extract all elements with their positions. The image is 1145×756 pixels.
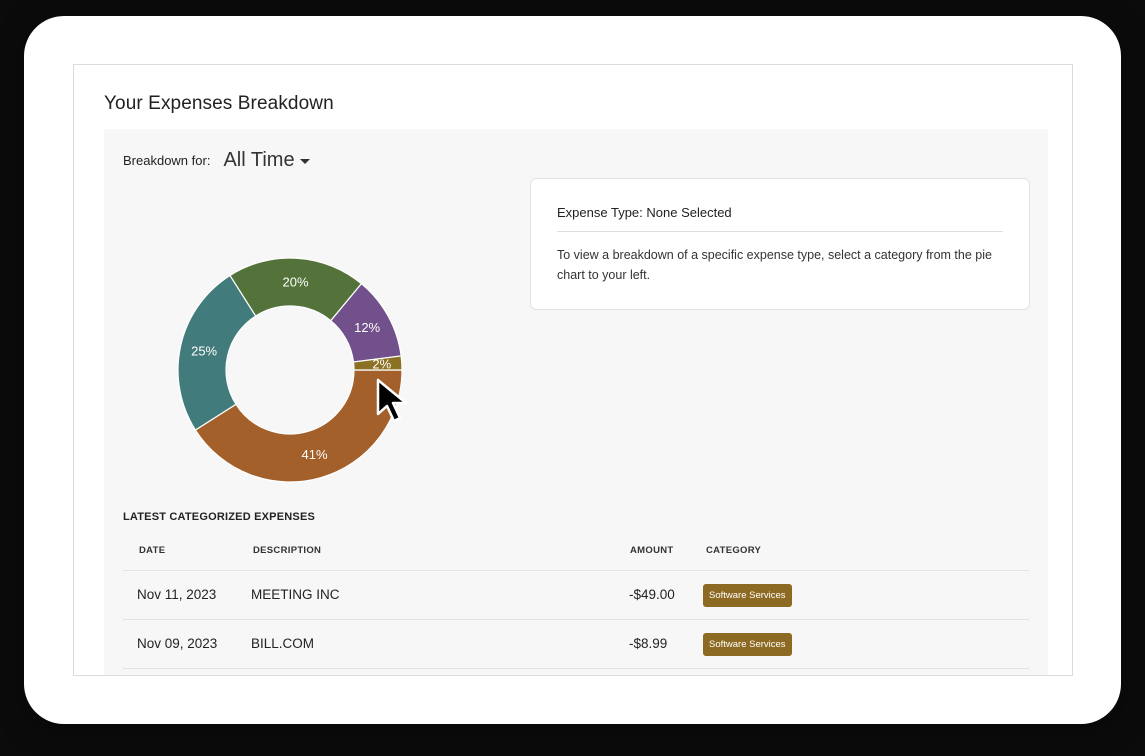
column-date[interactable]: DATE [139, 545, 165, 556]
row-date: Nov 11, 2023 [137, 587, 217, 602]
divider [557, 231, 1003, 232]
donut-svg: 41%25%20%12%2% [177, 257, 403, 483]
row-description: BILL.COM [251, 636, 315, 651]
row-description: MEETING INC [251, 587, 340, 602]
breakdown-filter: Breakdown for: All Time [123, 149, 310, 172]
column-amount[interactable]: AMOUNT [630, 545, 674, 556]
expense-type-title: Expense Type: None Selected [557, 205, 732, 220]
row-amount: -$49.00 [629, 587, 675, 602]
table-row[interactable]: Nov 11, 2023 MEETING INC -$49.00 Softwar… [123, 571, 1029, 620]
table-header: DATE DESCRIPTION AMOUNT CATEGORY [123, 537, 1029, 571]
page-title: Your Expenses Breakdown [104, 93, 334, 114]
column-category[interactable]: CATEGORY [706, 545, 761, 556]
category-badge[interactable]: Software Services [703, 633, 792, 656]
window-frame: Your Expenses Breakdown Breakdown for: A… [24, 16, 1121, 724]
expense-type-info: Expense Type: None Selected To view a br… [530, 178, 1030, 310]
period-value: All Time [223, 149, 295, 171]
mouse-pointer-icon [376, 378, 408, 423]
expenses-table: DATE DESCRIPTION AMOUNT CATEGORY Nov 11,… [123, 537, 1029, 669]
column-description[interactable]: DESCRIPTION [253, 545, 321, 556]
period-dropdown[interactable]: All Time [223, 149, 310, 172]
row-amount: -$8.99 [629, 636, 668, 651]
expenses-card: Your Expenses Breakdown Breakdown for: A… [73, 64, 1073, 676]
breakdown-label: Breakdown for: [123, 153, 211, 168]
caret-down-icon [299, 159, 310, 164]
expense-type-description: To view a breakdown of a specific expens… [557, 248, 992, 282]
expense-donut-chart: 41% 25% 20% 12% 2% [164, 219, 444, 509]
row-date: Nov 09, 2023 [137, 636, 218, 651]
category-badge[interactable]: Software Services [703, 584, 792, 607]
table-row[interactable]: Nov 09, 2023 BILL.COM -$8.99 Software Se… [123, 620, 1029, 669]
breakdown-panel: Breakdown for: All Time 41% 25% 20% 12% 2% E… [104, 129, 1048, 675]
latest-expenses-heading: LATEST CATEGORIZED EXPENSES [123, 511, 316, 523]
